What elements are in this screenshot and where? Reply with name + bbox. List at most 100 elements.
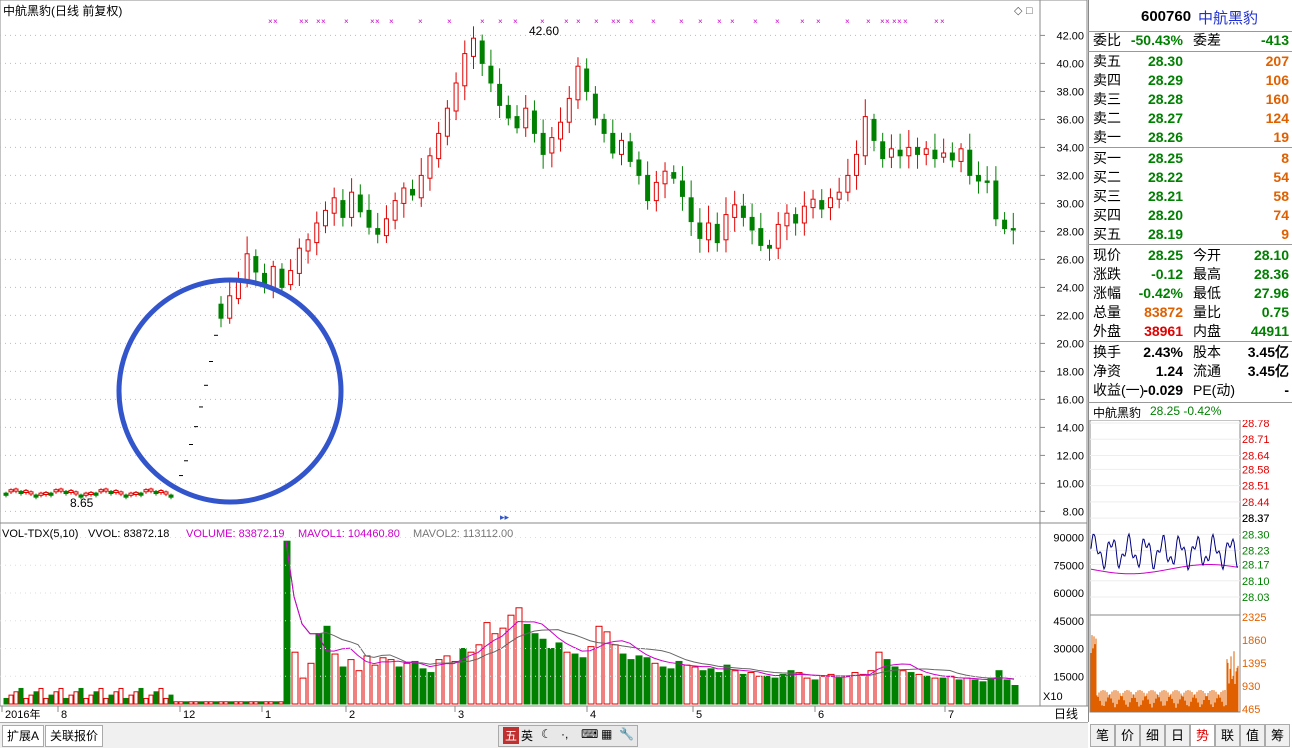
candle-body	[63, 490, 69, 495]
ime-wubi-button[interactable]: 五	[503, 727, 520, 744]
right-tab-2[interactable]: 细	[1140, 724, 1165, 747]
volume-bar	[13, 691, 19, 705]
bid-row-value-2: 54	[1273, 169, 1289, 185]
wrench-icon[interactable]: 🔧	[619, 727, 634, 741]
date-label: 2	[349, 709, 355, 721]
date-axis: 2016年 8 12 1 2 3 4 5 6 7	[0, 705, 1088, 721]
volume-bar	[483, 622, 491, 705]
right-tab-4[interactable]: 势	[1190, 724, 1215, 747]
candle-body	[854, 153, 860, 176]
candle-body	[767, 244, 773, 249]
candle-body	[723, 214, 729, 241]
ime-english-button[interactable]: 英	[521, 727, 533, 744]
volume-bar	[611, 644, 619, 705]
candle-body	[592, 93, 598, 119]
volume-bar	[331, 653, 339, 705]
stat-row-label-2: 内盘	[1193, 323, 1221, 339]
signal-marker: ×	[816, 17, 821, 26]
candle-body	[505, 104, 511, 119]
volume-bar	[739, 673, 747, 705]
candle-body	[23, 489, 29, 493]
volume-bar	[891, 666, 899, 705]
tab-extension-a[interactable]: 扩展A	[2, 725, 44, 747]
moon-icon[interactable]: ☾	[541, 727, 552, 741]
candle-body	[418, 174, 424, 199]
right-tab-1[interactable]: 价	[1115, 724, 1140, 747]
candle-body	[163, 491, 169, 495]
signal-marker: ×	[903, 17, 908, 26]
candle-body	[68, 489, 74, 494]
volume-bar	[363, 655, 371, 705]
right-tab-3[interactable]: 日	[1165, 724, 1190, 747]
period-label[interactable]: 日线	[1046, 706, 1086, 722]
weicha-value: -413	[1260, 32, 1289, 48]
volume-bar	[859, 673, 867, 705]
volume-bar	[475, 644, 483, 705]
volume-bar	[691, 666, 699, 705]
ask-row-label: 卖三	[1093, 91, 1121, 107]
volume-bar	[531, 633, 539, 705]
grid-icon[interactable]: ▦	[601, 727, 612, 741]
stock-name: 中航黑豹	[1198, 10, 1259, 27]
candle-body	[584, 68, 590, 92]
volume-bar	[787, 670, 795, 705]
candle-body	[158, 489, 164, 494]
right-tab-6[interactable]: 值	[1240, 724, 1265, 747]
volume-bar	[627, 659, 635, 705]
ask-row-value: 28.30	[1147, 53, 1183, 69]
volume-bar	[339, 666, 347, 705]
volume-bar	[523, 623, 531, 705]
candle-body	[862, 116, 868, 157]
candle-body	[880, 141, 886, 160]
price-tick-label: 38.00	[1056, 86, 1084, 98]
intraday-chart[interactable]: 28.78 28.71 28.64 28.58 28.51 28.44 28.37 28.30…	[1088, 420, 1292, 720]
volume-bar	[78, 687, 84, 705]
volume-bar	[731, 670, 739, 705]
punctuation-icon[interactable]: ·,	[561, 727, 568, 741]
scroll-arrow-icon[interactable]: ▸▸	[500, 512, 510, 522]
stat2-row-label: 净资	[1093, 363, 1121, 379]
candle-body	[83, 492, 89, 496]
settings-icon[interactable]: ◇	[1014, 5, 1023, 17]
volume-bar	[307, 662, 315, 705]
price-tick-label: 26.00	[1056, 254, 1084, 266]
volume-value: VOLUME: 83872.19	[186, 528, 284, 540]
tab-related-quotes[interactable]: 关联报价	[45, 725, 103, 747]
candle-body	[148, 488, 154, 492]
signal-marker: ×	[418, 17, 423, 26]
candle-body	[314, 222, 320, 244]
svg-text:▸▸: ▸▸	[500, 512, 510, 522]
volume-bar	[619, 653, 627, 705]
volume-bar	[258, 701, 264, 705]
main-chart[interactable]: 42.0040.0038.0036.0034.0032.0030.0028.00…	[0, 0, 1088, 747]
volume-bar	[379, 657, 387, 705]
keyboard-icon[interactable]: ⌨	[581, 727, 598, 741]
price-tick-label: 24.00	[1056, 282, 1084, 294]
ask-row-label: 卖四	[1093, 72, 1121, 88]
bid-row-label: 买三	[1093, 188, 1121, 204]
right-tab-0[interactable]: 笔	[1090, 724, 1115, 747]
mini-price-label: 28.51	[1242, 481, 1270, 493]
candle-body	[784, 212, 790, 227]
high-price-label: 42.60	[529, 24, 559, 38]
volume-bar	[1011, 685, 1019, 705]
ask-row-value-2: 124	[1265, 110, 1289, 126]
volume-bar	[755, 675, 763, 705]
volume-bar	[963, 677, 971, 705]
signal-marker: ×	[800, 17, 805, 26]
bid-row: 买四 28.20 74	[1090, 206, 1292, 225]
price-tick-label: 12.00	[1056, 450, 1084, 462]
mini-vol-label: 1860	[1242, 635, 1266, 647]
stat-row-label: 涨跌	[1093, 266, 1121, 282]
collapse-icon[interactable]: □	[1026, 5, 1033, 17]
bid-row-label: 买四	[1093, 207, 1121, 223]
volume-bar	[947, 675, 955, 705]
vol-indicator-name: VOL-TDX(5,10)	[2, 528, 78, 540]
candle-body	[470, 37, 476, 57]
candle-body	[296, 247, 302, 274]
right-tab-7[interactable]: 筹	[1265, 724, 1290, 747]
right-tab-5[interactable]: 联	[1215, 724, 1240, 747]
volume-bar	[33, 691, 39, 705]
volume-bar	[123, 697, 129, 705]
volume-bar	[851, 672, 859, 705]
